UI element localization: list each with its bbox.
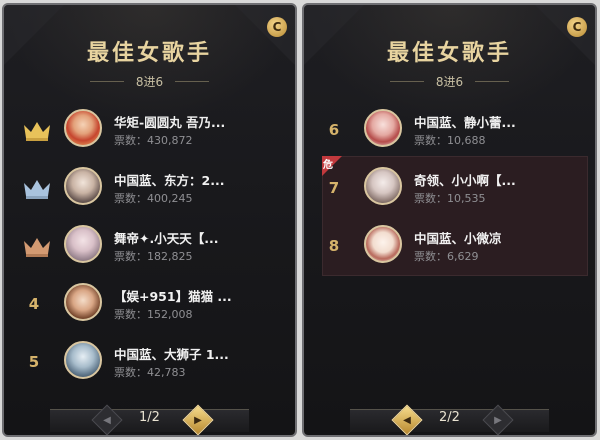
avatar (364, 167, 402, 205)
silver-crown-icon (24, 180, 50, 199)
singer-name: 中国蓝、静小蕾... (414, 115, 516, 130)
avatar (64, 167, 102, 205)
coin-badge-icon[interactable]: C (567, 17, 587, 37)
rank-number: 4 (28, 295, 40, 313)
list-item[interactable]: 华矩-圆圆丸 吾乃... 票数：430,872 (12, 107, 287, 155)
singer-name: 奇领、小小啊【... (414, 173, 516, 188)
list-item[interactable]: 7 奇领、小小啊【... 票数：10,535 (312, 165, 587, 213)
avatar (64, 109, 102, 147)
avatar (64, 283, 102, 321)
coin-badge-icon[interactable]: C (267, 17, 287, 37)
gold-crown-icon (24, 122, 50, 141)
page-indicator: 1/2 (139, 410, 160, 425)
singer-name: 【娱+951】猫猫 ... (114, 289, 232, 304)
rank-number: 6 (328, 121, 340, 139)
list-item[interactable]: 中国蓝、东方：2... 票数：400,245 (12, 165, 287, 213)
vote-count: 票数：10,535 (414, 192, 486, 205)
vote-count: 票数：6,629 (414, 250, 479, 263)
singer-name: 舞帝✦.小天天【... (114, 231, 219, 246)
rank-number: 8 (328, 237, 340, 255)
bronze-crown-icon (24, 238, 50, 257)
vote-count: 票数：182,825 (114, 250, 193, 263)
round-label: 8进6 (435, 74, 464, 89)
pagination: ◀ 2/2 ▶ (304, 395, 595, 435)
round-label: 8进6 (135, 74, 164, 89)
vote-count: 票数：152,008 (114, 308, 193, 321)
ranking-panel-page-2: C 最佳女歌手 8进6 危 6 中国蓝、静小蕾... 票数：10,688 7 奇… (302, 3, 597, 437)
avatar (364, 109, 402, 147)
singer-name: 中国蓝、东方：2... (114, 173, 225, 188)
ranking-panel-page-1: C 最佳女歌手 8进6 华矩-圆圆丸 吾乃... 票数：430,872 中国蓝、… (2, 3, 297, 437)
singer-name: 中国蓝、大狮子 1... (114, 347, 229, 362)
vote-count: 票数：430,872 (114, 134, 193, 147)
avatar (64, 225, 102, 263)
chevron-right-icon: ▶ (194, 415, 202, 426)
list-item[interactable]: 6 中国蓝、静小蕾... 票数：10,688 (312, 107, 587, 155)
list-item[interactable]: 4 【娱+951】猫猫 ... 票数：152,008 (12, 281, 287, 329)
panel-title: 最佳女歌手 (386, 41, 512, 66)
rank-number: 7 (328, 179, 340, 197)
singer-name: 华矩-圆圆丸 吾乃... (114, 115, 226, 130)
rank-number: 5 (28, 353, 40, 371)
list-item[interactable]: 8 中国蓝、小微凉 票数：6,629 (312, 223, 587, 271)
singer-name: 中国蓝、小微凉 (414, 231, 502, 246)
chevron-right-icon: ▶ (494, 415, 502, 426)
vote-count: 票数：42,783 (114, 366, 186, 379)
list-item[interactable]: 舞帝✦.小天天【... 票数：182,825 (12, 223, 287, 271)
vote-count: 票数：400,245 (114, 192, 193, 205)
avatar (364, 225, 402, 263)
pagination: ◀ 1/2 ▶ (4, 395, 295, 435)
page-indicator: 2/2 (439, 410, 460, 425)
list-item[interactable]: 5 中国蓝、大狮子 1... 票数：42,783 (12, 339, 287, 387)
vote-count: 票数：10,688 (414, 134, 486, 147)
avatar (64, 341, 102, 379)
panel-title: 最佳女歌手 (86, 41, 212, 66)
